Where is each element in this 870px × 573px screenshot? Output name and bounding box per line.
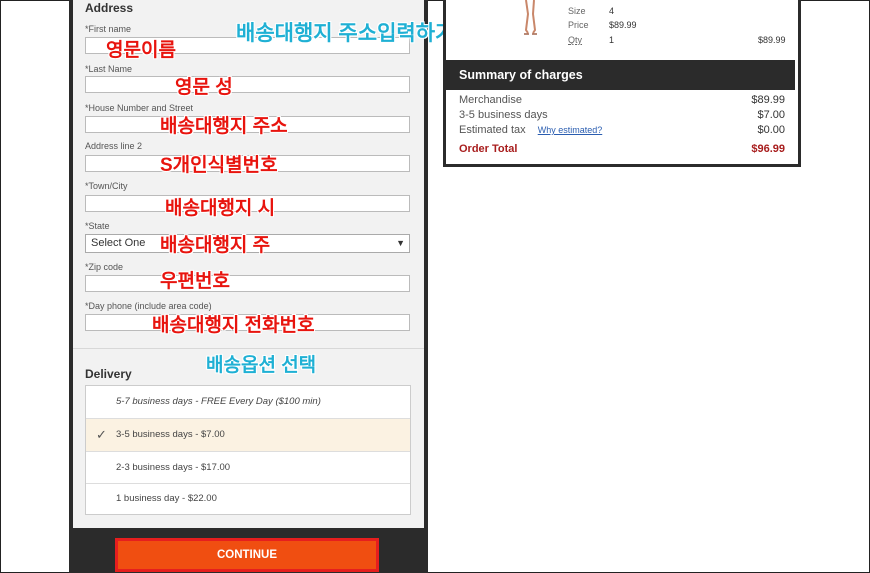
summary-row-total: Order Total $96.99 (459, 143, 785, 155)
first-name-label: *First name (85, 24, 132, 34)
size-value: 4 (609, 6, 615, 16)
merchandise-value: $89.99 (751, 94, 785, 106)
chevron-down-icon: ▼ (396, 238, 405, 248)
overlay-line2: S개인식별번호 (160, 155, 278, 176)
state-select-value: Select One (91, 237, 146, 249)
shipping-label: 3-5 business days (459, 109, 548, 121)
overlay-first-name: 영문이름 (106, 40, 176, 61)
shipping-value: $7.00 (757, 109, 785, 121)
last-name-label: *Last Name (85, 64, 133, 74)
delivery-option-label: 5-7 business days - FREE Every Day ($100… (116, 396, 321, 407)
summary-row-shipping: 3-5 business days $7.00 (459, 109, 785, 121)
zip-input[interactable] (85, 275, 410, 292)
delivery-option-label: 2-3 business days - $17.00 (116, 462, 231, 473)
overlay-zip: 우편번호 (160, 271, 230, 292)
delivery-option-label: 1 business day - $22.00 (116, 493, 217, 504)
overlay-phone: 배송대행지 전화번호 (152, 315, 315, 336)
checkmark-icon: ✓ (96, 427, 107, 442)
qty-value: 1 (609, 35, 615, 45)
why-estimated-link[interactable]: Why estimated? (538, 125, 603, 135)
delivery-option-2-3-days[interactable]: 2-3 business days - $17.00 (86, 452, 410, 484)
overlay-city: 배송대행지 시 (165, 198, 276, 219)
summary-row-merchandise: Merchandise $89.99 (459, 94, 785, 106)
continue-button[interactable]: CONTINUE (118, 541, 376, 569)
state-label: *State (85, 221, 110, 231)
delivery-options: 5-7 business days - FREE Every Day ($100… (85, 385, 411, 515)
delivery-option-5-7-days[interactable]: 5-7 business days - FREE Every Day ($100… (86, 386, 410, 418)
delivery-option-label: 3-5 business days - $7.00 (116, 429, 225, 440)
overlay-street: 배송대행지 주소 (160, 116, 288, 137)
summary-title: Summary of charges (446, 60, 795, 90)
delivery-section-title: Delivery (85, 367, 132, 381)
overlay-state: 배송대행지 주 (160, 235, 271, 256)
delivery-option-3-5-days[interactable]: ✓ 3-5 business days - $7.00 (86, 419, 410, 451)
price-value: $89.99 (609, 20, 637, 30)
total-label: Order Total (459, 143, 518, 155)
overlay-delivery: 배송옵션 선택 (206, 355, 317, 376)
total-value: $96.99 (751, 143, 785, 155)
overlay-last-name: 영문 성 (175, 77, 233, 98)
qty-label[interactable]: Qty (568, 35, 582, 45)
city-label: *Town/City (85, 181, 128, 191)
merchandise-label: Merchandise (459, 94, 522, 106)
address-line2-label: Address line 2 (85, 141, 143, 151)
product-image (524, 0, 537, 35)
price-label: Price (568, 20, 589, 30)
last-name-input[interactable] (85, 76, 410, 93)
overlay-header: 배송대행지 주소입력하기 (236, 22, 455, 45)
size-label: Size (568, 6, 586, 16)
line-total: $89.99 (758, 35, 786, 45)
tax-value: $0.00 (757, 124, 785, 136)
address-section-title: Address (85, 1, 134, 15)
summary-row-tax: Estimated tax Why estimated? $0.00 (459, 124, 785, 136)
zip-label: *Zip code (85, 262, 124, 272)
delivery-option-1-day[interactable]: 1 business day - $22.00 (86, 483, 410, 515)
section-divider (73, 348, 424, 349)
tax-label: Estimated tax (459, 124, 526, 136)
